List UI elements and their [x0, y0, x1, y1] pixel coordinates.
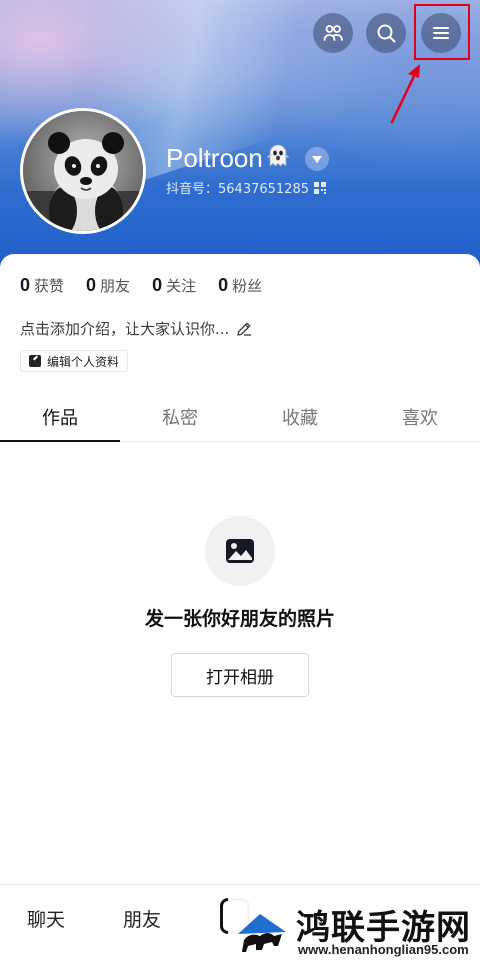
nav-chat[interactable]: 聊天 — [27, 905, 65, 932]
content-tabs: 作品 私密 收藏 喜欢 — [0, 400, 480, 442]
friends-icon — [323, 25, 343, 41]
red-arrow-annotation — [390, 64, 420, 124]
account-switch-button[interactable] — [305, 147, 329, 171]
stat-label: 关注 — [166, 277, 197, 295]
empty-state-title: 发一张你好朋友的照片 — [144, 608, 335, 630]
bio-text: 点击添加介绍，让大家认识你... — [20, 320, 230, 338]
stat-number: 0 — [152, 275, 163, 295]
douyin-id: 抖音号：56437651285 — [166, 178, 326, 197]
stat-likes[interactable]: 0 获赞 — [20, 275, 64, 296]
search-icon — [377, 24, 396, 43]
tab-works[interactable]: 作品 — [0, 400, 120, 442]
friends-button[interactable] — [313, 13, 353, 53]
panda-avatar-image — [23, 111, 143, 231]
tab-favorites[interactable]: 收藏 — [240, 400, 360, 441]
stats-bar: 0 获赞 0 朋友 0 关注 0 粉丝 — [20, 275, 284, 296]
empty-state-image-icon — [205, 516, 275, 586]
stat-number: 0 — [20, 275, 31, 295]
stat-friends[interactable]: 0 朋友 — [86, 275, 130, 296]
stat-following[interactable]: 0 关注 — [152, 275, 196, 296]
stat-followers[interactable]: 0 粉丝 — [218, 275, 262, 296]
qr-code-icon[interactable] — [313, 181, 326, 194]
tab-likes[interactable]: 喜欢 — [360, 400, 480, 441]
nav-friends[interactable]: 朋友 — [123, 905, 161, 932]
stat-label: 获赞 — [34, 277, 65, 295]
menu-highlight-box — [414, 4, 470, 60]
bio[interactable]: 点击添加介绍，让大家认识你... — [20, 318, 253, 339]
ghost-emoji-icon — [265, 142, 291, 175]
edit-icon — [29, 355, 41, 367]
username-text: Poltroon — [166, 142, 263, 173]
username: Poltroon — [166, 140, 291, 176]
profile-header: Poltroon 抖音号：56437651285 — [0, 0, 480, 270]
tab-private[interactable]: 私密 — [120, 400, 240, 441]
open-album-button[interactable]: 打开相册 — [171, 653, 309, 697]
stat-label: 朋友 — [100, 277, 131, 295]
search-button[interactable] — [366, 13, 406, 53]
photo-icon — [226, 539, 254, 563]
edit-profile-button[interactable]: 编辑个人资料 — [20, 350, 129, 372]
stat-label: 粉丝 — [232, 277, 263, 295]
watermark: 鸿联手游网 www.henanhonglian95.com — [228, 898, 480, 963]
edit-profile-label: 编辑个人资料 — [47, 354, 120, 369]
watermark-url: www.henanhonglian95.com — [298, 942, 469, 957]
douyin-id-text: 抖音号：56437651285 — [166, 182, 309, 197]
stat-number: 0 — [218, 275, 229, 295]
avatar[interactable] — [20, 108, 146, 234]
pencil-icon — [237, 322, 252, 336]
stat-number: 0 — [86, 275, 97, 295]
chevron-down-icon — [312, 155, 322, 163]
watermark-logo-icon — [238, 914, 286, 952]
